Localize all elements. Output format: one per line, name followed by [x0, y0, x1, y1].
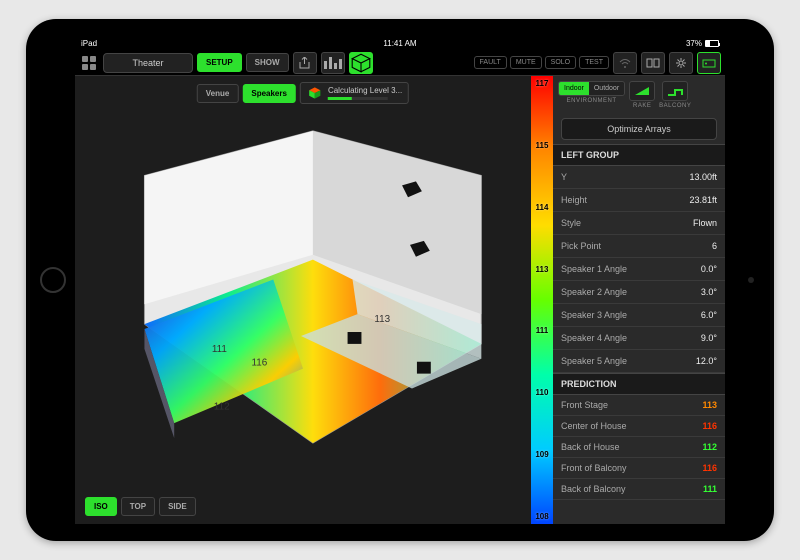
outdoor-button[interactable]: Outdoor [589, 82, 624, 95]
wifi-icon[interactable] [613, 52, 637, 74]
apps-grid-icon[interactable] [79, 53, 99, 73]
prediction-row[interactable]: Front of Balcony116 [553, 458, 725, 479]
gear-icon[interactable] [669, 52, 693, 74]
device-label: iPad [81, 39, 97, 48]
show-button[interactable]: SHOW [246, 53, 289, 72]
camera-dot [748, 277, 754, 283]
device-icon[interactable] [697, 52, 721, 74]
side-tab[interactable]: SIDE [159, 497, 196, 516]
group-header: LEFT GROUP [553, 144, 725, 166]
svg-text:116: 116 [251, 358, 267, 369]
app-screen: iPad 11:41 AM 37% Theater SETUP SHOW [75, 36, 725, 524]
prop-row[interactable]: Height23.81ft [553, 189, 725, 212]
test-button[interactable]: TEST [579, 56, 609, 69]
prediction-row[interactable]: Front Stage113 [553, 395, 725, 416]
prop-row[interactable]: Y13.00ft [553, 166, 725, 189]
secondary-toolbar: Venue Speakers Calculating Level 3... [197, 82, 409, 104]
setup-button[interactable]: SETUP [197, 53, 242, 72]
main-toolbar: Theater SETUP SHOW FAULT MUTE SOLO TEST [75, 50, 725, 76]
speakers-button[interactable]: Speakers [242, 84, 296, 103]
battery-icon [705, 40, 719, 47]
3d-view-icon[interactable] [349, 52, 373, 74]
svg-text:111: 111 [212, 344, 228, 355]
properties-panel: Indoor Outdoor ENVIRONMENT RAKE [553, 76, 725, 524]
battery-pct: 37% [686, 39, 702, 48]
ios-status-bar: iPad 11:41 AM 37% [75, 36, 725, 50]
project-dropdown[interactable]: Theater [103, 53, 193, 73]
faders-icon[interactable] [321, 52, 345, 74]
rake-icon[interactable] [629, 81, 655, 101]
prediction-row[interactable]: Center of House116 [553, 416, 725, 437]
iso-tab[interactable]: ISO [85, 497, 117, 516]
environment-segment[interactable]: Indoor Outdoor [558, 81, 625, 96]
top-tab[interactable]: TOP [121, 497, 155, 516]
floor-speaker-2 [417, 362, 431, 374]
svg-text:113: 113 [374, 314, 390, 325]
props-list: Y13.00ftHeight23.81ftStyleFlownPick Poin… [553, 166, 725, 373]
balcony-icon[interactable] [662, 81, 688, 101]
spl-color-scale: 117 115 114 113 111 110 109 108 [531, 76, 553, 524]
fault-button[interactable]: FAULT [474, 56, 507, 69]
venue-button[interactable]: Venue [197, 84, 239, 103]
ipad-frame: iPad 11:41 AM 37% Theater SETUP SHOW [26, 19, 774, 541]
prop-row[interactable]: Speaker 3 Angle6.0° [553, 304, 725, 327]
prop-row[interactable]: Speaker 4 Angle9.0° [553, 327, 725, 350]
room-3d-render: 113 111 116 112 [85, 116, 521, 493]
prop-row[interactable]: Speaker 5 Angle12.0° [553, 350, 725, 373]
prop-row[interactable]: StyleFlown [553, 212, 725, 235]
optimize-button[interactable]: Optimize Arrays [561, 118, 717, 140]
prediction-header: PREDICTION [553, 373, 725, 395]
status-time: 11:41 AM [383, 39, 416, 48]
calc-status-text: Calculating Level 3... [328, 86, 402, 95]
solo-button[interactable]: SOLO [545, 56, 576, 69]
indoor-button[interactable]: Indoor [559, 82, 589, 95]
svg-text:112: 112 [214, 401, 230, 412]
mute-button[interactable]: MUTE [510, 56, 542, 69]
prediction-row[interactable]: Back of Balcony111 [553, 479, 725, 500]
prop-row[interactable]: Speaker 1 Angle0.0° [553, 258, 725, 281]
share-icon[interactable] [293, 52, 317, 74]
view-tabs: ISO TOP SIDE [85, 497, 196, 516]
floor-speaker-1 [348, 332, 362, 344]
link-icon[interactable] [641, 52, 665, 74]
calculation-status: Calculating Level 3... [300, 82, 409, 104]
calc-progress [328, 97, 388, 100]
prediction-row[interactable]: Back of House112 [553, 437, 725, 458]
prediction-list: Front Stage113Center of House116Back of … [553, 395, 725, 500]
3d-viewport[interactable]: Venue Speakers Calculating Level 3... [75, 76, 531, 524]
home-button[interactable] [40, 267, 66, 293]
prop-row[interactable]: Speaker 2 Angle3.0° [553, 281, 725, 304]
prop-row[interactable]: Pick Point6 [553, 235, 725, 258]
